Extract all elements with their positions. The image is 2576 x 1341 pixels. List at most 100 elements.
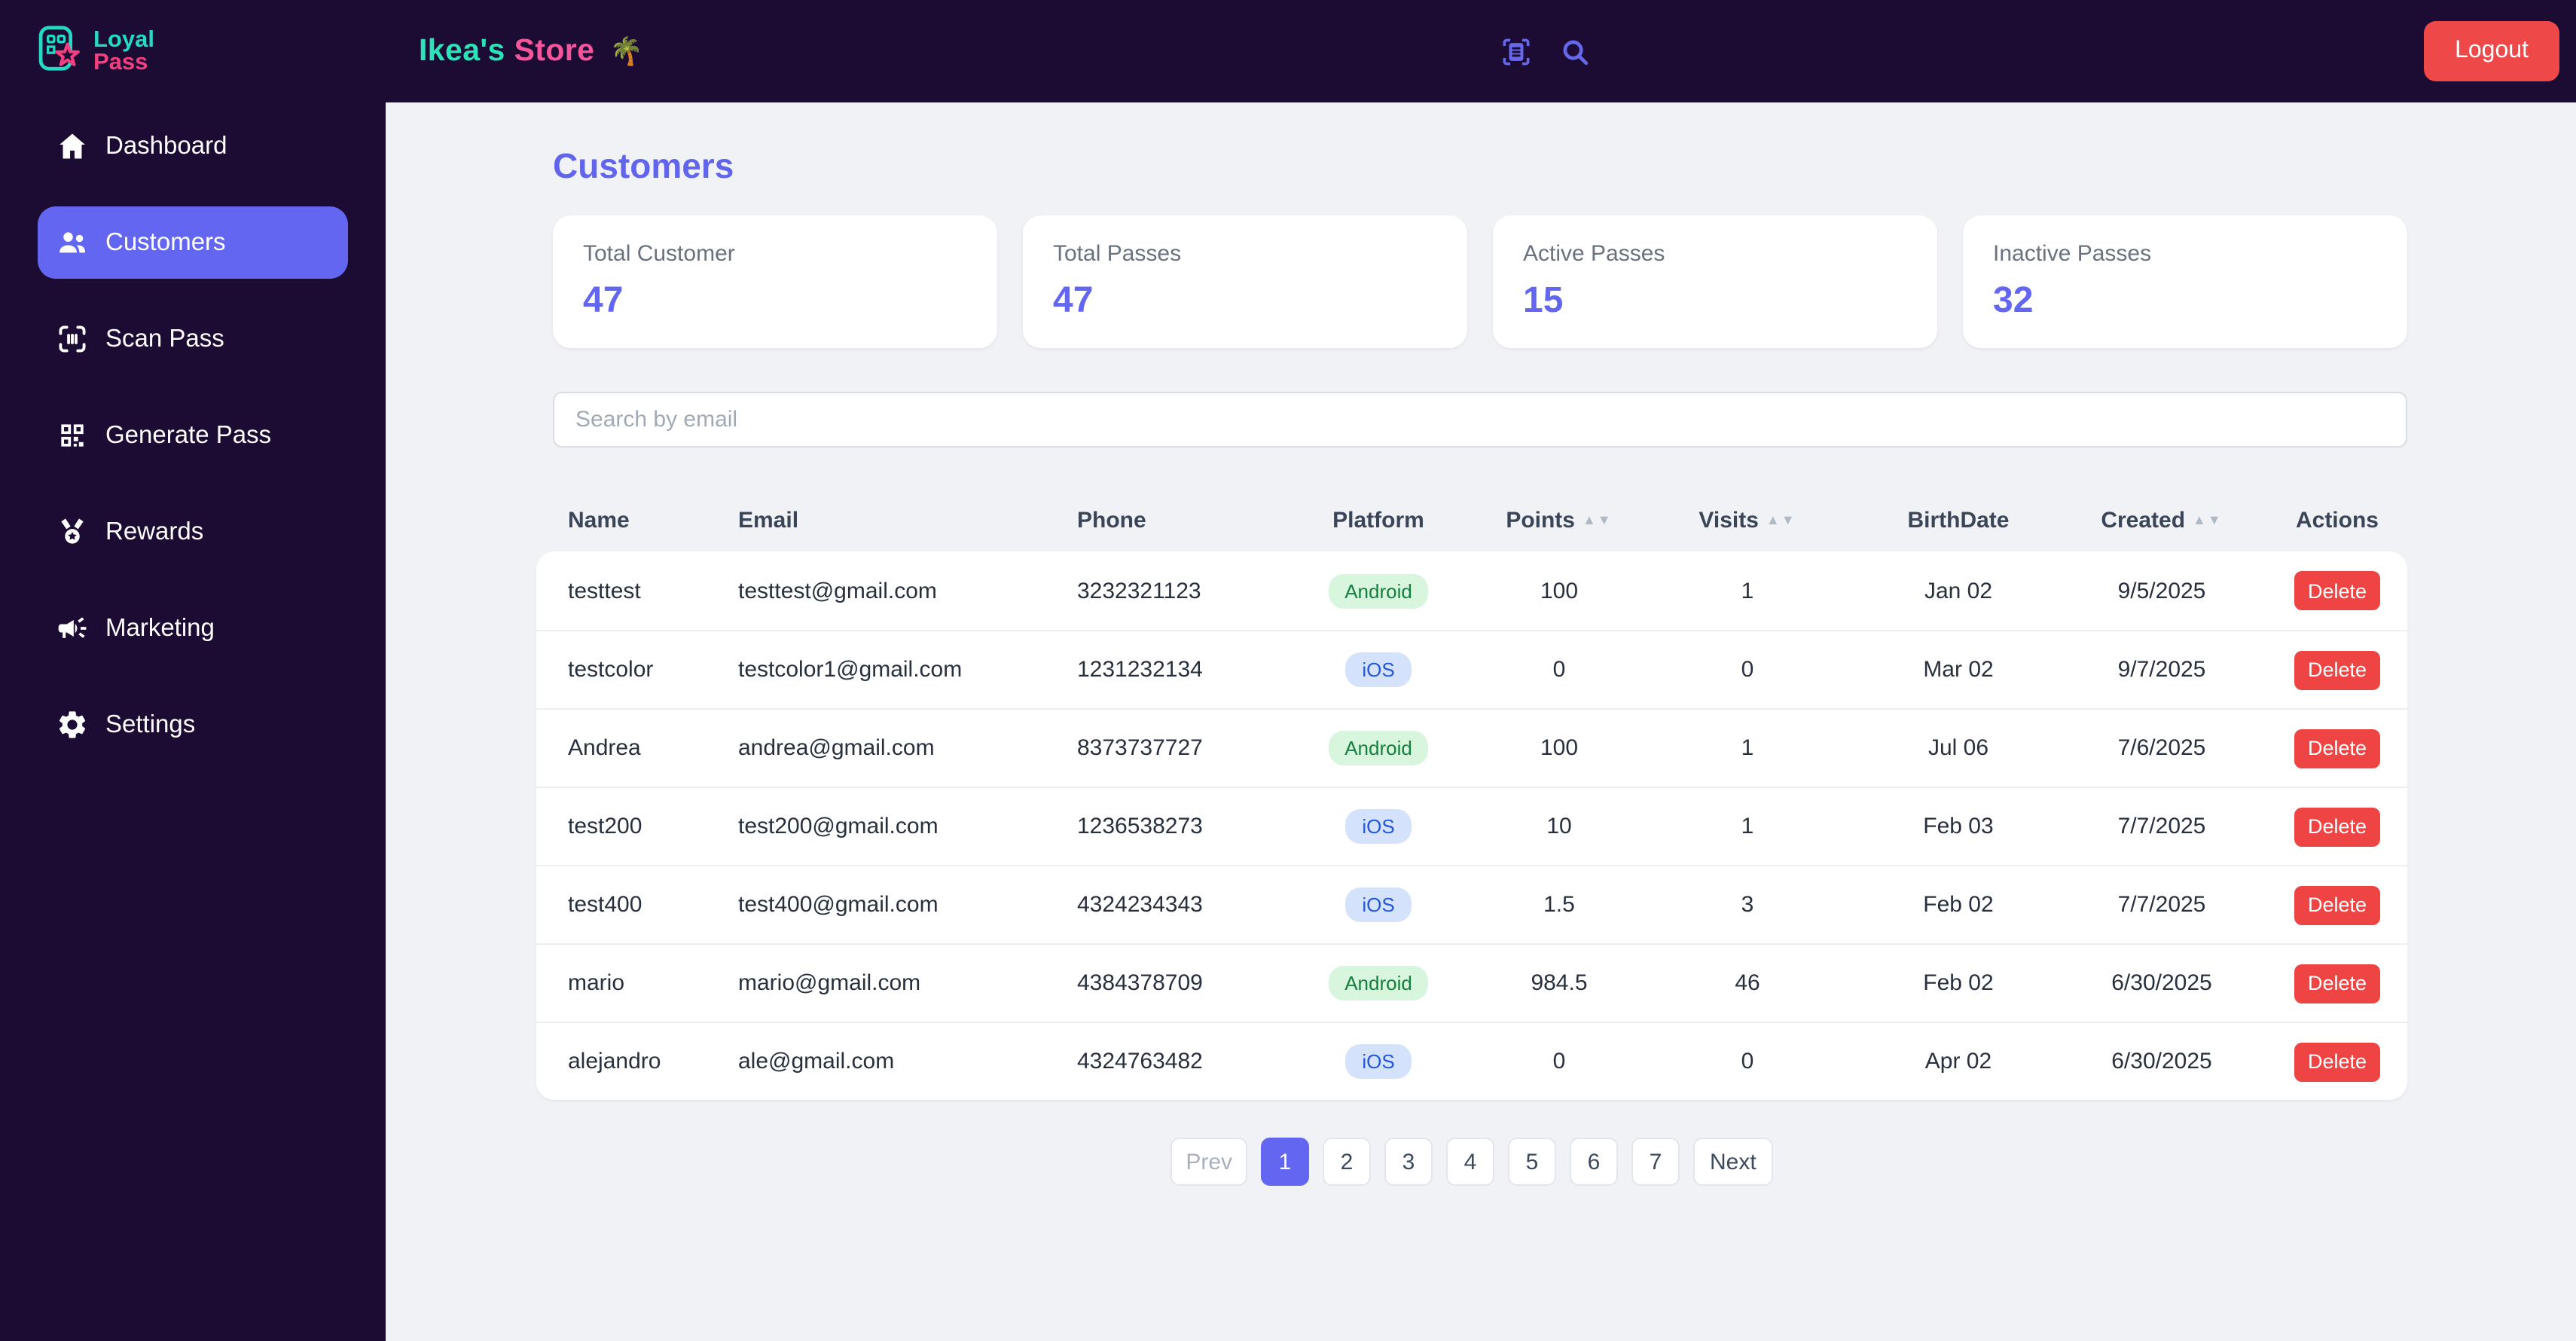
delete-button[interactable]: Delete	[2294, 571, 2380, 610]
page-title: Customers	[553, 146, 734, 185]
column-header-points[interactable]: Points ▲▼	[1484, 507, 1634, 533]
users-icon	[56, 226, 89, 259]
topbar: Ikea's Store 🌴 Logout	[386, 0, 2576, 102]
pagination-prev[interactable]: Prev	[1170, 1138, 1247, 1186]
delete-button[interactable]: Delete	[2294, 650, 2380, 689]
column-label: Actions	[2295, 507, 2379, 533]
delete-button[interactable]: Delete	[2294, 807, 2380, 846]
stat-card-active-passes: Active Passes 15	[1493, 215, 1937, 348]
delete-button[interactable]: Delete	[2294, 1042, 2380, 1081]
pagination-page-3[interactable]: 3	[1384, 1138, 1433, 1186]
pagination-page-1[interactable]: 1	[1261, 1138, 1309, 1186]
sidebar-item-label: Scan Pass	[105, 325, 224, 352]
store-title-secondary: Store	[514, 33, 595, 68]
sidebar-item-label: Generate Pass	[105, 421, 272, 448]
column-label: Points	[1506, 507, 1575, 533]
qr-icon	[56, 419, 89, 452]
cell-name: Andrea	[568, 735, 641, 761]
sidebar-item-dashboard[interactable]: Dashboard	[38, 110, 348, 182]
pagination-page-7[interactable]: 7	[1631, 1138, 1680, 1186]
cell-actions: Delete	[2267, 729, 2407, 768]
pagination-page-2[interactable]: 2	[1323, 1138, 1371, 1186]
sort-arrows-icon[interactable]: ▲▼	[1766, 512, 1796, 527]
sidebar: Loyal Pass Dashboard Customers Scan Pass Ge…	[0, 0, 386, 1341]
cell-phone: 1236538273	[1077, 814, 1203, 839]
pagination-page-6[interactable]: 6	[1570, 1138, 1618, 1186]
cell-phone: 4324763482	[1077, 1049, 1203, 1074]
stat-label: Inactive Passes	[1993, 241, 2152, 267]
sidebar-item-settings[interactable]: Settings	[38, 689, 348, 761]
cell-points: 10	[1546, 814, 1572, 839]
cell-actions: Delete	[2267, 571, 2407, 610]
cell-name: test400	[568, 892, 642, 918]
cell-platform: iOS	[1273, 1044, 1484, 1079]
delete-button[interactable]: Delete	[2294, 964, 2380, 1003]
cell-platform: Android	[1273, 573, 1484, 608]
sidebar-item-label: Settings	[105, 710, 196, 738]
platform-badge: Android	[1328, 573, 1429, 608]
cell-actions: Delete	[2267, 964, 2407, 1003]
cell-email: andrea@gmail.com	[738, 735, 935, 761]
cell-platform: iOS	[1273, 652, 1484, 687]
column-label: BirthDate	[1907, 507, 2010, 533]
column-label: Email	[738, 507, 799, 533]
gear-icon	[56, 708, 89, 741]
sidebar-item-customers[interactable]: Customers	[38, 206, 348, 279]
table-row: test200 test200@gmail.com 1236538273 iOS 10 1…	[536, 787, 2407, 865]
search-icon[interactable]	[1559, 35, 1591, 67]
delete-button[interactable]: Delete	[2294, 885, 2380, 924]
sort-arrows-icon[interactable]: ▲▼	[1583, 512, 1613, 527]
cell-created: 9/7/2025	[2117, 657, 2206, 683]
home-icon	[56, 130, 89, 163]
sidebar-item-generate-pass[interactable]: Generate Pass	[38, 399, 348, 472]
sidebar-item-label: Rewards	[105, 518, 204, 545]
cell-visits: 46	[1735, 970, 1760, 996]
cell-birthdate: Apr 02	[1924, 1049, 1992, 1074]
cell-points: 984.5	[1531, 970, 1588, 996]
table-row: test400 test400@gmail.com 4324234343 iOS 1.5…	[536, 865, 2407, 943]
cell-name: testcolor	[568, 657, 654, 683]
cell-visits: 0	[1741, 657, 1754, 683]
pagination-page-5[interactable]: 5	[1508, 1138, 1556, 1186]
cell-points: 0	[1552, 657, 1566, 683]
cell-created: 6/30/2025	[2111, 1049, 2212, 1074]
stat-value: 32	[1993, 280, 2034, 321]
brand-logo: Loyal Pass	[0, 0, 386, 102]
stat-card-total-customer: Total Customer 47	[553, 215, 997, 348]
topbar-icons	[1500, 0, 1591, 102]
cell-birthdate: Mar 02	[1923, 657, 1994, 683]
stat-label: Total Customer	[583, 241, 735, 267]
platform-badge: Android	[1328, 966, 1429, 1000]
pagination-next[interactable]: Next	[1693, 1138, 1773, 1186]
cell-birthdate: Feb 02	[1923, 970, 1994, 996]
cell-actions: Delete	[2267, 1042, 2407, 1081]
cell-birthdate: Jan 02	[1924, 578, 1993, 603]
pagination-page-4[interactable]: 4	[1446, 1138, 1494, 1186]
column-header-created[interactable]: Created ▲▼	[2056, 507, 2267, 533]
platform-badge: iOS	[1345, 809, 1412, 844]
sidebar-item-scan-pass[interactable]: Scan Pass	[38, 303, 348, 375]
sidebar-item-marketing[interactable]: Marketing	[38, 592, 348, 664]
column-label: Visits	[1699, 507, 1759, 533]
cell-created: 7/7/2025	[2117, 814, 2206, 839]
sort-arrows-icon[interactable]: ▲▼	[2193, 512, 2223, 527]
logout-button[interactable]: Logout	[2424, 21, 2559, 81]
cell-points: 100	[1540, 578, 1579, 603]
scan-document-icon[interactable]	[1500, 35, 1532, 67]
column-header-platform: Platform	[1273, 507, 1484, 533]
delete-button[interactable]: Delete	[2294, 729, 2380, 768]
stat-card-inactive-passes: Inactive Passes 32	[1963, 215, 2407, 348]
column-header-visits[interactable]: Visits ▲▼	[1634, 507, 1860, 533]
sidebar-nav: Dashboard Customers Scan Pass Generate Pass…	[0, 102, 386, 761]
platform-badge: Android	[1328, 731, 1429, 765]
cell-email: test200@gmail.com	[738, 814, 939, 839]
search-input[interactable]	[553, 392, 2407, 448]
cell-actions: Delete	[2267, 807, 2407, 846]
sidebar-item-rewards[interactable]: Rewards	[38, 496, 348, 568]
cell-created: 7/7/2025	[2117, 892, 2206, 918]
cell-visits: 1	[1741, 735, 1754, 761]
sidebar-item-label: Marketing	[105, 614, 215, 641]
stats-row: Total Customer 47 Total Passes 47 Active Pas…	[553, 215, 2576, 348]
table-row: alejandro ale@gmail.com 4324763482 iOS 0 0 Apr…	[536, 1022, 2407, 1100]
column-header-phone: Phone	[1077, 507, 1273, 533]
